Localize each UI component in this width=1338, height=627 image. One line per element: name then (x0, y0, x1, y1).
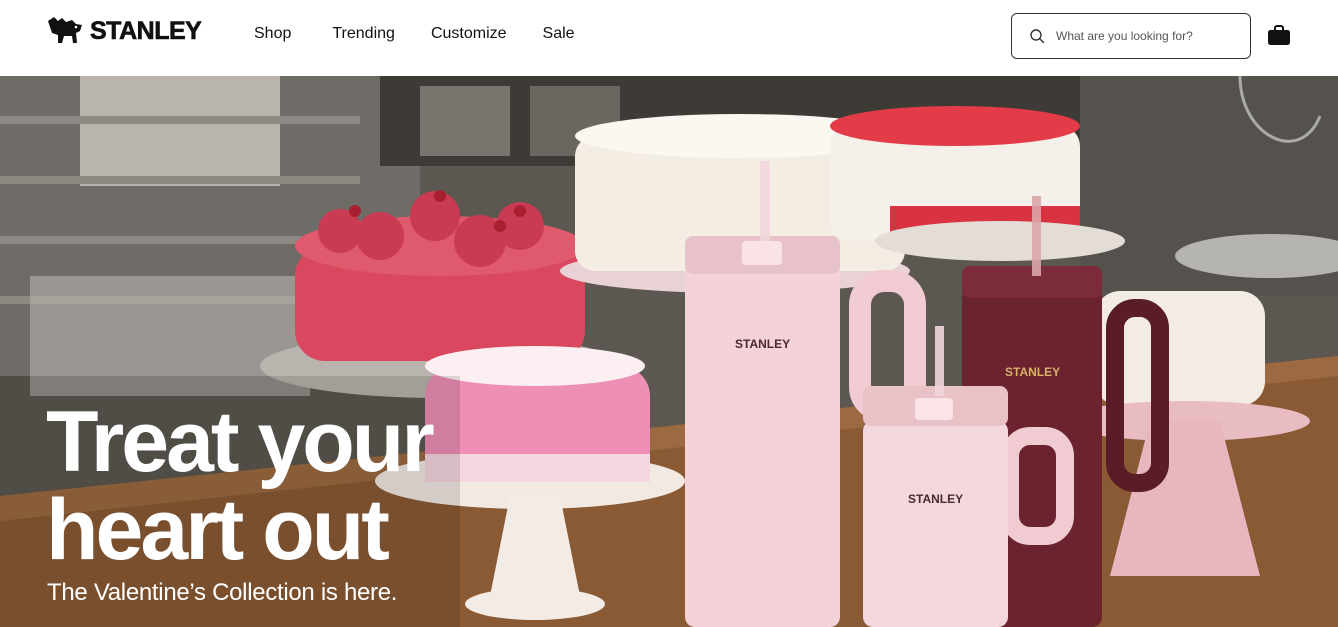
site-header: STANLEY Shop Trending Customize Sale (0, 0, 1338, 76)
hero-banner[interactable]: STANLEY STANLEY STANLEY Treat your heart… (0, 76, 1338, 627)
shopping-bag-icon[interactable] (1267, 24, 1291, 46)
cup-brand-label: STANLEY (735, 337, 790, 351)
stanley-logo[interactable]: STANLEY (46, 14, 202, 48)
main-nav: Shop Trending Customize Sale (254, 25, 575, 43)
search-input[interactable] (1056, 29, 1246, 43)
nav-trending[interactable]: Trending (332, 25, 395, 43)
nav-sale[interactable]: Sale (543, 25, 575, 43)
cup-brand-label-maroon: STANLEY (1005, 365, 1060, 379)
search-box[interactable] (1011, 13, 1251, 59)
nav-customize[interactable]: Customize (431, 25, 507, 43)
logo-wordmark: STANLEY (90, 16, 202, 45)
hero-title: Treat your heart out (46, 394, 435, 578)
cup-brand-label-small: STANLEY (908, 492, 963, 506)
nav-shop[interactable]: Shop (254, 25, 291, 43)
bear-logo-icon (48, 17, 82, 43)
search-icon (1030, 29, 1045, 44)
hero-subtitle[interactable]: The Valentine’s Collection is here. (47, 579, 397, 607)
